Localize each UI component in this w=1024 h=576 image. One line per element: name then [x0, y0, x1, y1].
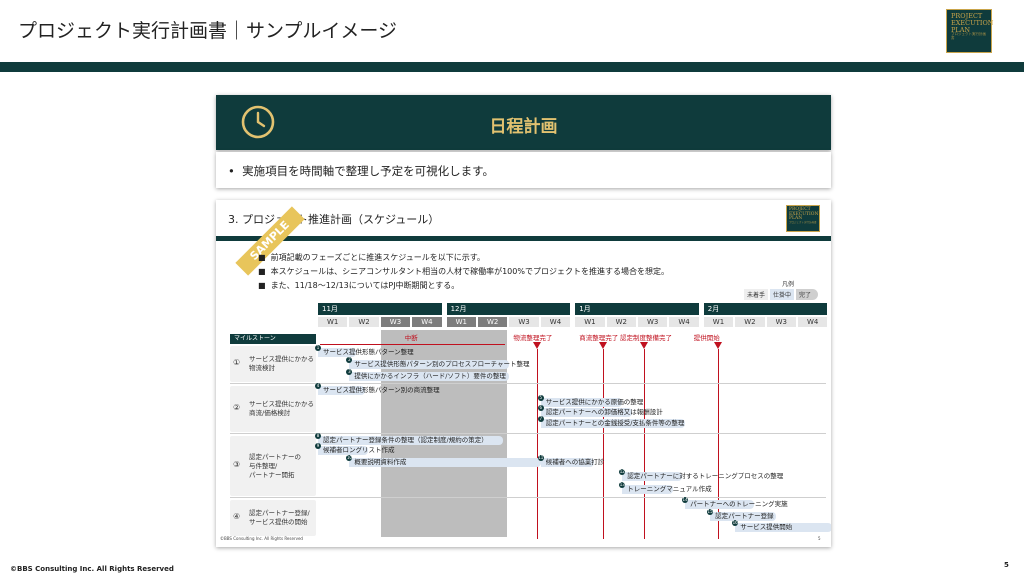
task-number: 7 [537, 416, 544, 422]
task-number: 11 [537, 455, 544, 461]
task-number: 1 [315, 345, 321, 351]
phase-label: 認定パートナーの 与件整理/ パートナー開拓 [249, 452, 301, 479]
milestone-marker [533, 342, 542, 349]
milestone-line [717, 349, 719, 539]
milestone-line [603, 349, 605, 539]
sample-slide: 3. プロジェクト推進計画（スケジュール） PROJECT EXECUTION … [216, 200, 831, 547]
phase-number: ① [233, 358, 241, 367]
week-header: W2 [349, 317, 379, 327]
task-number: 5 [537, 395, 544, 401]
task-label: 認定パートナー登録 [715, 512, 774, 520]
task-label: 候補者への協業打診 [545, 458, 605, 466]
task-number: 4 [315, 383, 321, 389]
phase-label: 認定パートナー登録/ サービス提供の開始 [249, 509, 310, 526]
milestone-label: 提供開始 [693, 334, 720, 342]
task-label: サービス提供開始 [740, 523, 793, 531]
task-label: サービス提供形態パターン別のプロセスフローチャート整理 [354, 360, 530, 368]
task-label: 候補者ロングリスト作成 [323, 446, 395, 454]
milestone-label: 認定制度整備完了 [620, 334, 672, 342]
week-header: W3 [509, 317, 539, 327]
task-number: 15 [707, 509, 714, 515]
phase-label: サービス提供にかかる 物流検討 [249, 355, 314, 372]
phase-label: サービス提供にかかる 商流/価格検討 [249, 400, 314, 417]
task-label: サービス提供にかかる原価の整理 [545, 398, 644, 406]
section-title: 日程計画 [489, 117, 558, 137]
task-number: 16 [732, 520, 739, 526]
schedule-gantt: 11月 12月 1月 2月 W1 W2 W3 W4 W1 W2 W3 W4 W1 W2 W3 W4 W1 W2 W3… [216, 200, 831, 547]
copyright: ©BBS Consulting Inc. All Rights Reserved [10, 565, 174, 573]
pause-label: 中断 [404, 334, 418, 342]
milestone-marker [640, 342, 648, 349]
page-number: 5 [1004, 561, 1009, 569]
week-header: W4 [412, 317, 442, 327]
intro-text: • 実施項目を時間軸で整理し予定を可視化します。 [228, 164, 494, 178]
phase-separator [230, 497, 826, 498]
task-label: パートナーへのトレーニング実施 [690, 500, 788, 508]
milestone-marker [599, 342, 608, 349]
task-label: サービス提供形態パターン整理 [323, 348, 414, 356]
phase-number: ② [233, 403, 241, 412]
project-execution-plan-logo: PROJECT EXECUTION PLAN プロジェクト実行計画書 [946, 9, 994, 53]
week-header: W2 [735, 317, 765, 327]
task-label: 認定パートナーに対するトレーニングプロセスの整理 [627, 472, 784, 480]
header-band [0, 62, 1024, 72]
phase-number: ③ [233, 460, 241, 469]
week-header: W1 [703, 317, 734, 327]
week-header: W4 [669, 317, 699, 327]
week-header: W1 [318, 317, 348, 327]
phase-number: ④ [233, 512, 241, 521]
milestone-row-label: マイルストーン [230, 334, 316, 344]
page-title: プロジェクト実行計画書｜サンプルイメージ [18, 20, 398, 42]
week-header: W2 [478, 317, 508, 327]
week-header: W3 [766, 317, 796, 327]
milestone-label: 商流整理完了 [579, 334, 619, 342]
task-label: サービス提供形態パターン別の商流整理 [323, 386, 440, 394]
week-header: W4 [540, 317, 571, 327]
task-number: 6 [537, 405, 544, 411]
week-header: W3 [380, 317, 411, 327]
milestone-marker [713, 342, 722, 349]
slide-copyright: ©BBS Consulting Inc. All Rights Reserved [220, 536, 303, 541]
week-header: W3 [638, 317, 668, 327]
week-header: W1 [575, 317, 605, 327]
task-number: 9 [315, 443, 321, 449]
month-header: 12月 [446, 303, 571, 315]
month-header: 1月 [575, 303, 699, 315]
milestone-line [644, 349, 645, 539]
month-header: 2月 [703, 303, 828, 315]
milestone-line [537, 349, 539, 539]
task-label: 認定パートナー登録条件の整理（認定制度/規約の策定） [323, 436, 488, 444]
task-number: 14 [682, 497, 689, 503]
week-header: W4 [798, 317, 828, 327]
task-label: トレーニングマニュアル作成 [627, 485, 712, 493]
slide-page-number: 5 [818, 536, 821, 541]
week-header: W2 [606, 317, 636, 327]
task-number: 8 [315, 433, 321, 439]
task-label: 認定パートナーとの金銭授受/支払条件等の整理 [545, 419, 685, 427]
milestone-label: 物流整理完了 [513, 334, 553, 342]
month-header: 11月 [318, 303, 442, 315]
pause-arrow [320, 344, 506, 345]
task-label: 提供にかかるインフラ（ハード/ソフト）要件の整理 [354, 372, 506, 380]
task-label: 概要説明資料作成 [354, 458, 407, 466]
task-label: 認定パートナーへの卸価格又は報酬設計 [545, 408, 663, 416]
week-header: W1 [446, 317, 476, 327]
